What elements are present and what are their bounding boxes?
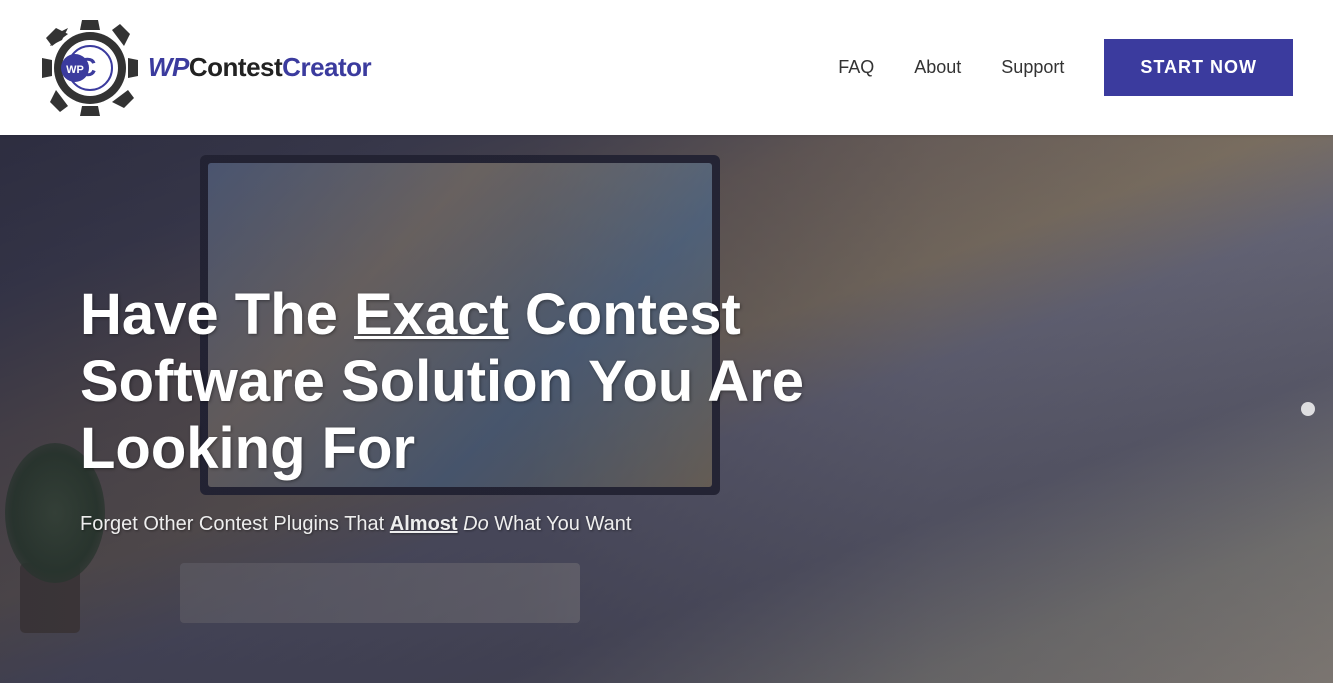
nav-about[interactable]: About — [914, 57, 961, 78]
hero-section: Have The Exact Contest Software Solution… — [0, 135, 1333, 683]
headline-exact: Exact — [354, 282, 509, 347]
logo-contest: Contest — [189, 52, 282, 82]
hero-subtext: Forget Other Contest Plugins That Almost… — [80, 513, 780, 536]
subtext-part3: What You Want — [489, 513, 632, 535]
main-nav: FAQ About Support START NOW — [838, 39, 1293, 96]
subtext-almost: Almost — [390, 513, 458, 535]
svg-text:WP: WP — [66, 64, 84, 76]
logo-text: WPContestCreator — [148, 52, 371, 83]
header: C WP WPContestCreator FAQ About Support … — [0, 0, 1333, 135]
logo-icon: C WP — [40, 18, 140, 118]
logo-wp: WP — [148, 52, 189, 82]
hero-headline: Have The Exact Contest Software Solution… — [80, 282, 880, 482]
slider-dot[interactable] — [1301, 402, 1315, 416]
headline-part1: Have The — [80, 282, 354, 347]
nav-faq[interactable]: FAQ — [838, 57, 874, 78]
logo-creator: Creator — [282, 52, 371, 82]
nav-support[interactable]: Support — [1001, 57, 1064, 78]
subtext-do: Do — [463, 513, 489, 535]
logo[interactable]: C WP WPContestCreator — [40, 18, 371, 118]
start-now-button[interactable]: START NOW — [1104, 39, 1293, 96]
subtext-part1: Forget Other Contest Plugins That — [80, 513, 390, 535]
hero-content: Have The Exact Contest Software Solution… — [0, 135, 1333, 683]
